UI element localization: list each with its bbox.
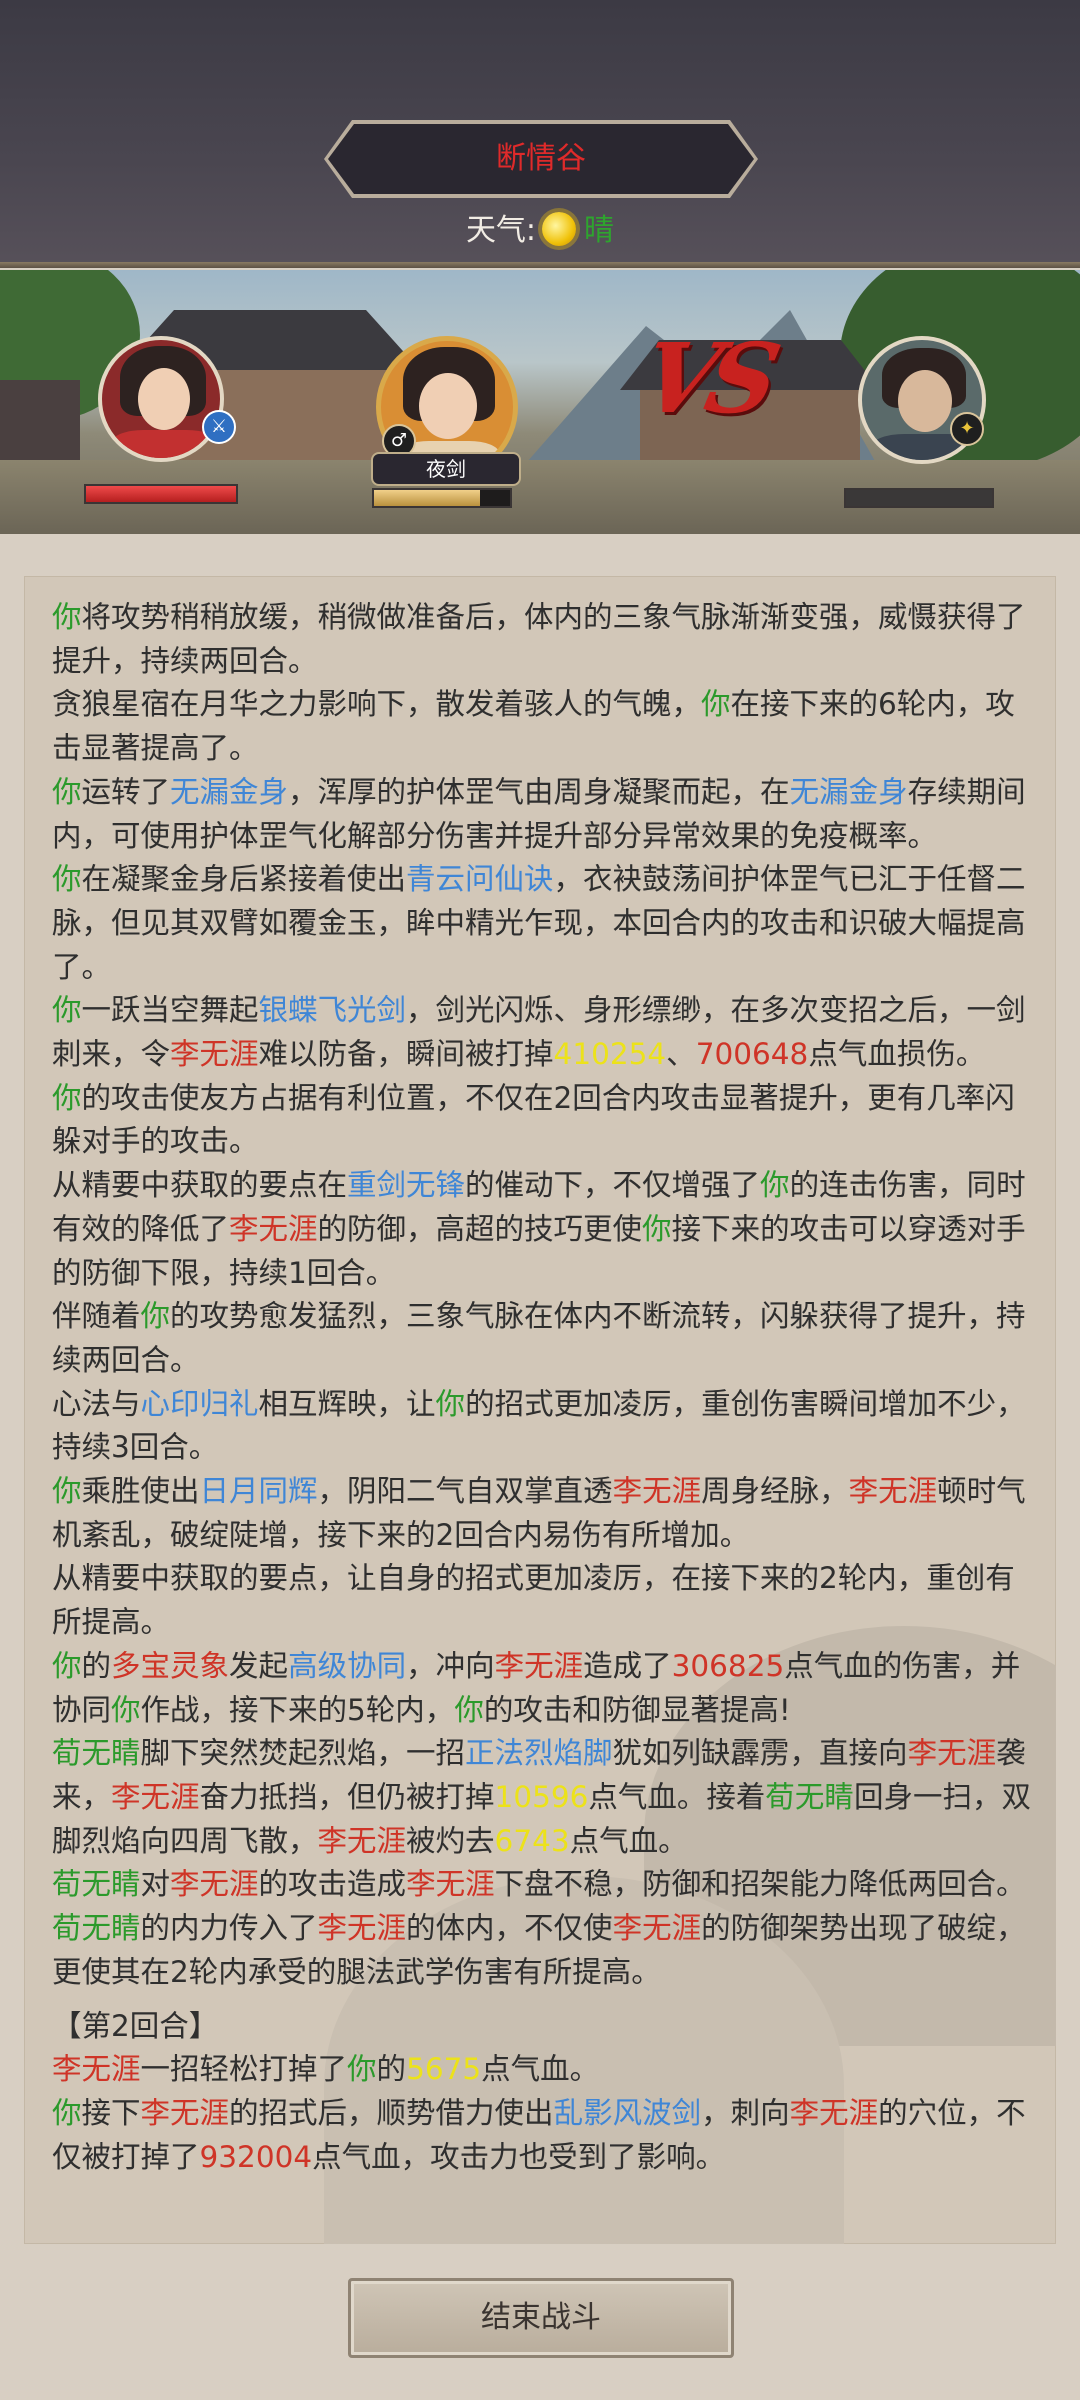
log-entry: 你将攻势稍稍放缓，稍微做准备后，体内的三象气脉渐渐变强，威慑获得了提升，持续两回… (52, 600, 1026, 678)
end-battle-button[interactable]: 结束战斗 (348, 2278, 734, 2358)
log-entry: 贪狼星宿在月华之力影响下，散发着骇人的气魄，你在接下来的6轮内，攻击显著提高了。 (52, 687, 1015, 766)
location-title: 断情谷 (496, 141, 586, 176)
log-entry: 荀无睛的内力传入了李无涯的体内，不仅使李无涯的防御架势出现了破绽，更使其在2轮内… (52, 1911, 1026, 1989)
log-entry: 你在凝聚金身后紧接着使出青云问仙诀，衣袂鼓荡间护体罡气已汇于任督二脉，但见其双臂… (52, 862, 1026, 984)
weather-value: 晴 (584, 213, 615, 248)
battle-log-panel[interactable]: 你将攻势稍稍放缓，稍微做准备后，体内的三象气脉渐渐变强，威慑获得了提升，持续两回… (24, 576, 1056, 2244)
player-hp-bar (372, 488, 512, 508)
log-entry: 从精要中获取的要点，让自身的招式更加凌厉，在接下来的2轮内，重创有所提高。 (52, 1561, 1015, 1640)
log-entry: 你的多宝灵象发起高级协同，冲向李无涯造成了306825点气血的伤害，并协同你作战… (52, 1648, 1021, 1727)
ally-hp-bar (84, 484, 238, 504)
player-name: 夜剑 (371, 452, 521, 486)
log-entry: 荀无睛脚下突然焚起烈焰，一招正法烈焰脚犹如列缺霹雳，直接向李无涯袭来，李无涯奋力… (52, 1736, 1031, 1858)
enemy-emblem-icon: ✦ (950, 412, 984, 446)
log-entry: 你乘胜使出日月同辉，阴阳二气自双掌直透李无涯周身经脉，李无涯顿时气机紊乱，破绽陡… (52, 1474, 1026, 1552)
log-entry: 从精要中获取的要点在重剑无锋的催动下，不仅增强了你的连击伤害，同时有效的降低了李… (52, 1168, 1026, 1290)
log-entry: 你接下李无涯的招式后，顺势借力使出乱影风波剑，刺向李无涯的穴位，不仅被打掉了93… (52, 2095, 1026, 2174)
weather-label: 天气: (465, 213, 537, 248)
round-header: 【第2回合】 (52, 2008, 219, 2043)
log-entry: 荀无睛对李无涯的攻击造成李无涯下盘不稳，防御和招架能力降低两回合。 (52, 1867, 1026, 1902)
log-entry: 你的攻击使友方占据有利位置，不仅在2回合内攻击显著提升，更有几率闪躲对手的攻击。 (52, 1080, 1015, 1159)
ally-avatar[interactable] (98, 336, 224, 462)
log-entry: 李无涯一招轻松打掉了你的5675点气血。 (52, 2052, 600, 2087)
enemy-hp-bar (844, 488, 994, 508)
log-entry: 你一跃当空舞起银蝶飞光剑，剑光闪烁、身形缥缈，在多次变招之后，一剑刺来，令李无涯… (52, 993, 1026, 1072)
battle-log: 你将攻势稍稍放缓，稍微做准备后，体内的三象气脉渐渐变强，威慑获得了提升，持续两回… (52, 596, 1038, 2179)
weather-row: 天气: 晴 (0, 206, 1080, 256)
ally-sword-icon: ⚔ (202, 410, 236, 444)
log-entry: 伴随着你的攻势愈发猛烈，三象气脉在体内不断流转，闪躲获得了提升，持续两回合。 (52, 1299, 1026, 1377)
log-entry: 你运转了无漏金身，浑厚的护体罡气由周身凝聚而起，在无漏金身存续期间内，可使用护体… (52, 774, 1026, 853)
sun-icon (542, 212, 577, 246)
log-entry: 心法与心印归礼相互辉映，让你的招式更加凌厉，重创伤害瞬间增加不少，持续3回合。 (52, 1386, 1026, 1465)
